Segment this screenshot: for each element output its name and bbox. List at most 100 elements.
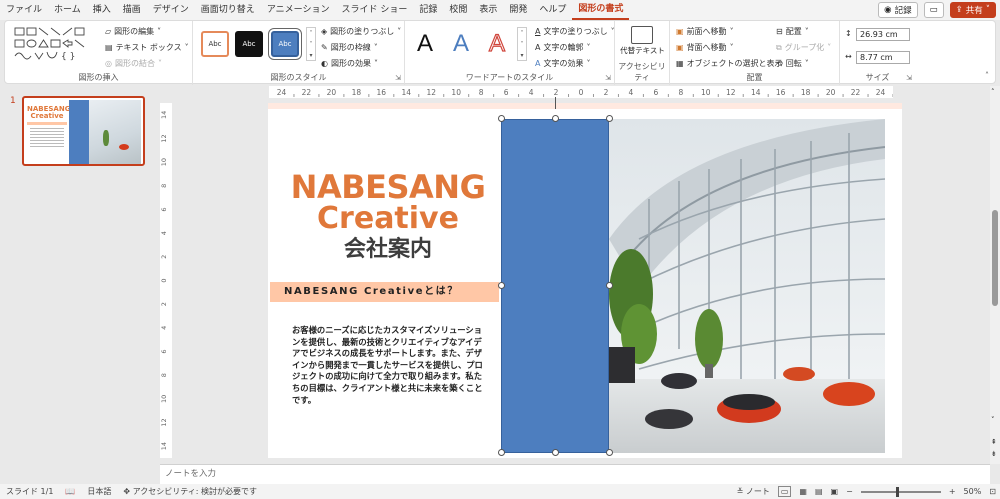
scrollbar-thumb[interactable] xyxy=(992,210,998,306)
accessibility-status[interactable]: ✥ アクセシビリティ: 検討が必要です xyxy=(117,486,263,497)
reading-view-icon[interactable]: ▤ xyxy=(815,487,823,496)
slide-title-line-1[interactable]: NABESANG xyxy=(278,171,498,203)
language-indicator[interactable]: 日本語 xyxy=(81,486,117,497)
alt-text-icon[interactable] xyxy=(631,26,653,44)
previous-slide-icon[interactable]: ⇞ xyxy=(991,438,997,446)
text-fill-button[interactable]: A 文字の塗りつぶし ˅ xyxy=(535,26,615,37)
chevron-down-icon: ˅ xyxy=(610,27,615,36)
shape-fill-button[interactable]: ◈ 図形の塗りつぶし ˅ xyxy=(321,26,401,37)
group-objects-button[interactable]: ⧉ グループ化 ˅ xyxy=(776,42,831,53)
vertical-scrollbar[interactable]: ˄ ˅ ⇞ ⇟ xyxy=(990,86,1000,464)
record-button[interactable]: ◉ 記録 xyxy=(878,2,918,18)
tab-animations[interactable]: アニメーション xyxy=(261,0,336,20)
tab-developer[interactable]: 開発 xyxy=(503,0,533,20)
chevron-down-icon: ˅ xyxy=(373,43,378,52)
tab-record[interactable]: 記録 xyxy=(413,0,443,20)
wordart-style-1[interactable]: A xyxy=(417,30,433,58)
selection-pane-button[interactable]: ▦ オブジェクトの選択と表示 xyxy=(676,58,783,69)
shape-outline-button[interactable]: ✎ 図形の枠線 ˅ xyxy=(321,42,378,53)
notes-input[interactable]: ノートを入力 xyxy=(160,464,990,484)
wordart-scroll[interactable]: ˄ ˅ ▾ xyxy=(517,27,527,61)
text-box-button[interactable]: ▤ テキスト ボックス ˅ xyxy=(105,42,189,53)
zoom-slider[interactable] xyxy=(860,486,941,497)
collapse-ribbon-icon[interactable]: ˄ xyxy=(985,71,989,80)
send-backward-icon: ▣ xyxy=(676,43,684,52)
shape-effects-button[interactable]: ◐ 図形の効果 ˅ xyxy=(321,58,378,69)
align-button[interactable]: ⊟ 配置 ˅ xyxy=(776,26,809,37)
next-slide-icon[interactable]: ⇟ xyxy=(991,450,997,458)
tab-draw[interactable]: 描画 xyxy=(117,0,147,20)
slide-subtitle[interactable]: 会社案内 xyxy=(278,236,498,264)
tab-insert[interactable]: 挿入 xyxy=(87,0,117,20)
slide-body-text[interactable]: お客様のニーズに応じたカスタマイズソリューションを提供し、最新の技術とクリエイテ… xyxy=(292,325,488,406)
zoom-in-icon[interactable]: + xyxy=(949,487,956,496)
text-effects-button[interactable]: A 文字の効果 ˅ xyxy=(535,58,590,69)
tab-home[interactable]: ホーム xyxy=(48,0,87,20)
notes-toggle[interactable]: ≚ ノート xyxy=(737,486,770,497)
dialog-launcher-icon[interactable]: ⇲ xyxy=(906,74,912,82)
tab-shape-format[interactable]: 図形の書式 xyxy=(572,1,630,20)
slide-banner[interactable]: NABESANG Creativeとは？ xyxy=(270,282,499,302)
tab-view[interactable]: 表示 xyxy=(473,0,503,20)
tab-review[interactable]: 校閲 xyxy=(443,0,473,20)
width-field[interactable]: 8.77 cm xyxy=(856,51,910,64)
dialog-launcher-icon[interactable]: ⇲ xyxy=(605,74,611,82)
slide-sorter-icon[interactable]: ▦ xyxy=(799,487,807,496)
chevron-down-icon: ˅ xyxy=(184,43,189,52)
comments-button[interactable]: ▭ xyxy=(923,2,944,18)
wordart-style-2[interactable]: A xyxy=(453,30,469,58)
shape-styles-scroll[interactable]: ˄ ˅ ▾ xyxy=(306,27,316,61)
slide-canvas[interactable]: NABESANG Creative 会社案内 NABESANG Creative… xyxy=(268,103,902,458)
resize-handle-left[interactable] xyxy=(498,282,505,289)
resize-handle-right[interactable] xyxy=(606,282,613,289)
alt-text-button[interactable]: 代替テキスト xyxy=(619,46,666,56)
tab-transitions[interactable]: 画面切り替え xyxy=(195,0,261,20)
bring-forward-label: 前面へ移動 xyxy=(686,27,727,36)
slide-thumbnail[interactable]: NABESANG Creative xyxy=(22,96,145,166)
edit-shape-button[interactable]: ▱ 図形の編集 ˅ xyxy=(105,26,161,37)
resize-handle-top-right[interactable] xyxy=(606,115,613,122)
resize-handle-top-left[interactable] xyxy=(498,115,505,122)
slideshow-icon[interactable]: ▣ xyxy=(831,487,839,496)
tab-help[interactable]: ヘルプ xyxy=(533,0,572,20)
group-wordart-styles: A A A ˄ ˅ ▾ A 文字の塗りつぶし ˅ A 文字の輪郭 ˅ A 文字の効果… xyxy=(405,21,615,85)
shape-fill-label: 図形の塗りつぶし xyxy=(330,27,395,36)
spellcheck-icon[interactable]: 📖 xyxy=(59,487,81,496)
zoom-out-icon[interactable]: − xyxy=(846,487,853,496)
selected-blue-rectangle[interactable] xyxy=(501,119,609,453)
shape-gallery-icon[interactable]: { } xyxy=(13,26,93,64)
status-bar: スライド 1/1 📖 日本語 ✥ アクセシビリティ: 検討が必要です ≚ ノート… xyxy=(0,484,1000,499)
height-field[interactable]: 26.93 cm xyxy=(856,28,910,41)
scroll-down-icon[interactable]: ˅ xyxy=(991,416,995,424)
fit-to-window-icon[interactable]: ⊡ xyxy=(989,487,996,496)
accessibility-icon: ✥ xyxy=(123,487,131,496)
shape-style-swatch-3[interactable]: Abc xyxy=(268,28,302,60)
send-backward-button[interactable]: ▣ 背面へ移動 ˅ xyxy=(676,42,734,53)
slide-title-line-2[interactable]: Creative xyxy=(278,203,498,235)
rotation-handle-line xyxy=(555,97,556,109)
resize-handle-bottom[interactable] xyxy=(552,449,559,456)
scroll-up-icon[interactable]: ˄ xyxy=(991,88,995,96)
tab-slideshow[interactable]: スライド ショー xyxy=(335,0,413,20)
dialog-launcher-icon[interactable]: ⇲ xyxy=(395,74,401,82)
zoom-level[interactable]: 50% xyxy=(964,487,982,496)
tab-design[interactable]: デザイン xyxy=(147,0,195,20)
merge-shapes-button[interactable]: ◎ 図形の結合 ˅ xyxy=(105,58,162,69)
shape-style-swatch-1[interactable]: Abc xyxy=(201,31,229,57)
resize-handle-top[interactable] xyxy=(552,115,559,122)
office-photo[interactable] xyxy=(609,119,885,453)
normal-view-icon[interactable]: ▭ xyxy=(777,486,792,497)
resize-handle-bottom-left[interactable] xyxy=(498,449,505,456)
zoom-slider-knob[interactable] xyxy=(895,486,899,497)
horizontal-ruler-ticks: 24 22 20 18 16 14 12 10 8 6 4 2 0 2 4 6 8 10 12 14 16 18 20 22 2… xyxy=(277,88,893,97)
share-button[interactable]: ⇪ 共有 ˅ xyxy=(949,2,996,18)
ruler-tick-label: 14 xyxy=(751,88,761,97)
rotate-button[interactable]: ⟲ 回転 ˅ xyxy=(776,58,809,69)
shape-style-swatch-2[interactable]: Abc xyxy=(235,31,263,57)
text-outline-button[interactable]: A 文字の輪郭 ˅ xyxy=(535,42,590,53)
resize-handle-bottom-right[interactable] xyxy=(606,449,613,456)
wordart-style-3[interactable]: A xyxy=(488,29,505,58)
bring-forward-button[interactable]: ▣ 前面へ移動 ˅ xyxy=(676,26,734,37)
tab-file[interactable]: ファイル xyxy=(0,0,48,20)
ruler-tick-label: 22 xyxy=(302,88,312,97)
